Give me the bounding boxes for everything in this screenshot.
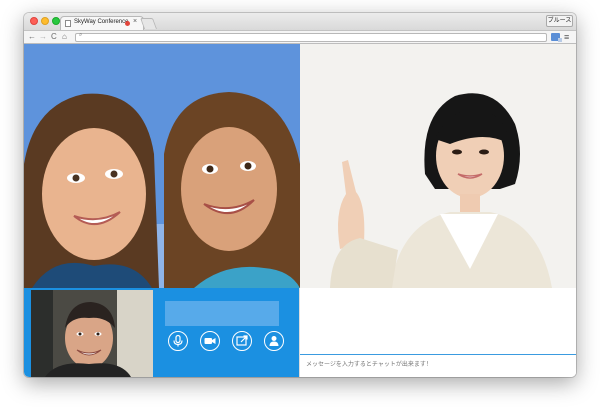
recording-indicator-icon [125,21,130,26]
close-tab-icon[interactable]: × [133,18,137,25]
chat-input[interactable] [306,359,566,371]
search-icon: ⌕ [79,32,83,38]
chat-divider [300,354,576,355]
home-icon[interactable]: ⌂ [62,31,67,43]
camera-button[interactable] [200,331,220,351]
tab-bar: SkyWay Conference × ブルース [24,13,576,30]
address-bar[interactable]: ⌕ [75,32,547,42]
profile-button[interactable]: ブルース [546,15,573,27]
browser-tab[interactable]: SkyWay Conference × [60,16,144,30]
menu-icon[interactable]: ≡ [564,31,569,43]
chat-panel [299,288,576,377]
self-video-image [31,290,153,377]
back-icon[interactable]: ← [28,31,36,43]
extension-icon[interactable] [551,33,562,42]
remote-video-2-image [300,44,576,288]
reload-icon[interactable]: C [51,31,57,43]
zoom-window-button[interactable] [52,17,60,25]
add-user-button[interactable] [264,331,284,351]
mute-button[interactable] [168,331,188,351]
share-screen-icon [236,335,248,346]
remote-video-1 [24,44,300,288]
self-video [31,290,153,377]
camera-icon [204,338,216,344]
microphone-icon [173,334,183,347]
share-screen-button[interactable] [232,331,252,351]
remote-video-2 [300,44,576,288]
name-field[interactable] [165,301,279,326]
new-tab-button[interactable] [139,18,158,29]
remote-video-1-image [24,44,300,288]
page-favicon-icon [65,20,71,27]
close-window-button[interactable] [30,17,38,25]
browser-toolbar: ← → C ⌂ ⌕ ≡ [24,30,576,44]
conference-view [24,44,576,377]
add-user-icon [269,336,279,346]
browser-window: SkyWay Conference × ブルース ← → C ⌂ ⌕ ≡ [24,13,576,377]
minimize-window-button[interactable] [41,17,49,25]
forward-icon[interactable]: → [39,31,47,43]
tab-title: SkyWay Conference [74,19,129,25]
controls-panel [24,288,299,377]
